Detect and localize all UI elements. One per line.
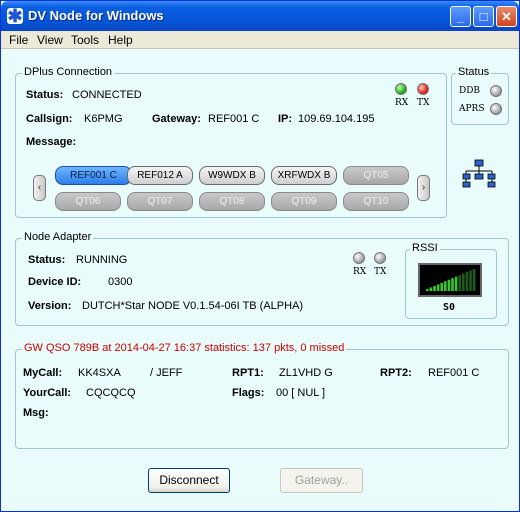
device-id-label: Device ID: <box>28 276 82 288</box>
adapter-status-label: Status: <box>28 254 66 266</box>
maximize-button[interactable]: □ <box>473 6 494 27</box>
ip-label: IP: <box>278 113 293 125</box>
ddb-label: DDB <box>459 86 481 96</box>
qso-group: GW QSO 789B at 2014-04-27 16:37 statisti… <box>15 342 509 449</box>
dplus-status-label: Status: <box>26 89 64 101</box>
dplus-status-value: CONNECTED <box>72 89 142 101</box>
aprs-led <box>490 103 502 115</box>
reflector-button-10[interactable]: QT10 <box>343 192 409 211</box>
ip-value: 109.69.104.195 <box>298 113 375 125</box>
reflector-button-9[interactable]: QT09 <box>271 192 337 211</box>
version-label: Version: <box>28 300 72 312</box>
rpt1-label: RPT1: <box>232 367 264 379</box>
rpt1-value: ZL1VHD G <box>279 367 333 379</box>
rssi-bar <box>454 276 458 291</box>
rssi-bar <box>447 279 451 291</box>
rssi-bar <box>451 278 454 291</box>
rssi-bar <box>469 270 472 291</box>
rssi-bar <box>472 269 476 291</box>
rssi-bar <box>462 273 465 291</box>
dplus-rx-caption: RX <box>395 98 409 108</box>
flags-label: Flags: <box>232 387 265 399</box>
msg-label: Msg: <box>23 407 49 419</box>
rssi-bar <box>440 282 443 291</box>
adapter-tx-caption: TX <box>374 267 387 277</box>
dplus-rx-led <box>395 83 407 95</box>
dv-node-app-icon[interactable]: ✱ <box>7 7 23 25</box>
gateway-button[interactable]: Gateway.. <box>280 468 363 493</box>
adapter-tx-led <box>374 252 386 264</box>
menu-bar: File View Tools Help <box>1 31 519 49</box>
yourcall-label: YourCall: <box>23 387 72 399</box>
rpt2-label: RPT2: <box>380 367 412 379</box>
version-value: DUTCH*Star NODE V0.1.54-06I TB (ALPHA) <box>82 300 304 312</box>
rssi-bar <box>433 285 436 291</box>
menu-view[interactable]: View <box>37 33 63 47</box>
mycall-suffix: / JEFF <box>150 367 183 379</box>
dplus-tx-caption: TX <box>417 98 430 108</box>
rssi-bar <box>426 289 429 291</box>
minimize-button[interactable]: _ <box>450 6 471 27</box>
gateway-value: REF001 C <box>208 113 260 125</box>
reflector-button-4[interactable]: XRFWDX B <box>271 166 337 185</box>
callsign-label: Callsign: <box>26 113 73 125</box>
mycall-value: KK4SXA <box>78 367 121 379</box>
menu-help[interactable]: Help <box>108 33 133 47</box>
title-bar[interactable]: ✱ DV Node for Windows _ □ ✕ <box>1 1 519 31</box>
rssi-bar <box>429 287 433 291</box>
gateway-label: Gateway: <box>152 113 201 125</box>
window-title: DV Node for Windows <box>28 8 164 23</box>
reflector-prev-button[interactable]: ‹ <box>33 175 46 201</box>
menu-tools[interactable]: Tools <box>71 33 99 47</box>
rssi-bar <box>458 275 461 291</box>
adapter-rx-led <box>353 252 365 264</box>
callsign-value: K6PMG <box>84 113 123 125</box>
rpt2-value: REF001 C <box>428 367 480 379</box>
reflector-button-7[interactable]: QT07 <box>127 192 193 211</box>
node-adapter-group-title: Node Adapter <box>22 231 94 243</box>
rssi-bar <box>444 281 447 291</box>
rssi-title: RSSI <box>410 242 440 254</box>
reflector-button-3[interactable]: W9WDX B <box>199 166 265 185</box>
disconnect-button[interactable]: Disconnect <box>148 468 230 493</box>
menu-file[interactable]: File <box>9 33 28 47</box>
status-group-title: Status <box>456 66 492 78</box>
message-label: Message: <box>26 136 77 148</box>
ddb-led <box>490 85 502 97</box>
rssi-bar <box>436 284 440 291</box>
reflector-next-button[interactable]: › <box>417 175 430 201</box>
yourcall-value: CQCQCQ <box>86 387 136 399</box>
network-tree-icon <box>462 159 496 188</box>
qso-title: GW QSO 789B at 2014-04-27 16:37 statisti… <box>22 342 347 354</box>
aprs-label: APRS <box>459 104 485 114</box>
reflector-button-2[interactable]: REF012 A <box>127 166 193 185</box>
main-window: ✱ DV Node for Windows _ □ ✕ File View To… <box>0 0 520 512</box>
adapter-status-value: RUNNING <box>76 254 128 266</box>
reflector-button-8[interactable]: QT08 <box>199 192 265 211</box>
adapter-rx-caption: RX <box>353 267 367 277</box>
status-group: Status <box>451 66 509 125</box>
reflector-button-1[interactable]: REF001 C <box>55 166 132 185</box>
close-button[interactable]: ✕ <box>496 6 517 27</box>
rssi-value: S0 <box>443 302 456 313</box>
dplus-tx-led <box>417 83 429 95</box>
rssi-bars <box>426 269 476 291</box>
device-id-value: 0300 <box>108 276 133 288</box>
dplus-group-title: DPlus Connection <box>22 66 115 78</box>
reflector-button-5[interactable]: QT05 <box>343 166 409 185</box>
mycall-label: MyCall: <box>23 367 63 379</box>
flags-value: 00 [ NUL ] <box>276 387 326 399</box>
rssi-bar <box>465 272 469 291</box>
rssi-meter <box>418 263 482 297</box>
reflector-button-6[interactable]: QT06 <box>55 192 121 211</box>
